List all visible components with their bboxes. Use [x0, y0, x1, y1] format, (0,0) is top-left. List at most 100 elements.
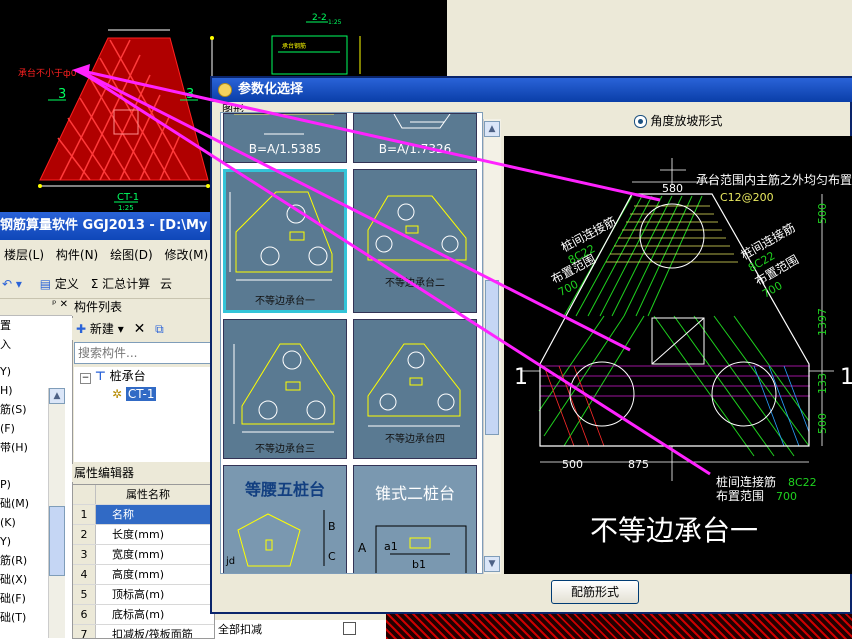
component-search-input[interactable]: 搜索构件... — [74, 342, 215, 364]
table-row[interactable]: 7 扣减板/筏板面筋 — [73, 625, 214, 639]
dim-133: 133 — [816, 373, 829, 394]
thumb-shape-2[interactable]: B=A/1.7326 — [353, 113, 477, 163]
preview-canvas: 580 承台范围内主筋之外均匀布置 C12@200 桩间连接筋 8C22 布置范… — [504, 136, 852, 574]
cad-ct-label: CT-1 — [117, 192, 139, 203]
thumb-label: B=A/1.7326 — [378, 142, 452, 156]
radio-label: 角度放坡形式 — [650, 114, 723, 128]
copy-icon[interactable]: ⧉ — [155, 322, 164, 336]
tree-child[interactable]: ✲ CT-1 — [74, 385, 215, 403]
thumb-label: 锥式二桩台 — [374, 484, 455, 503]
row-number: 3 — [73, 545, 96, 564]
row-number: 2 — [73, 525, 96, 544]
bottom-range-val: 700 — [776, 490, 797, 503]
thumb-unequal-cap-3[interactable]: 不等边承台三 — [223, 319, 347, 459]
delete-icon[interactable]: ✕ — [134, 321, 146, 337]
dim-1397: 1397 — [816, 308, 829, 336]
thumb-shape-1[interactable]: B=A/1.5385 — [223, 113, 347, 163]
thumb-unequal-cap-4[interactable]: 不等边承台四 — [353, 319, 477, 459]
svg-text:B: B — [328, 520, 336, 533]
cad-dim-scale: 1:25 — [328, 19, 342, 26]
property-table: 属性名称 1 名称 2 长度(mm) 3 宽度(mm) 4 高度(mm) 5 顶标高(m)… — [72, 484, 215, 639]
thumb-label: 不等边承台四 — [385, 434, 445, 445]
thumb-unequal-cap-1[interactable]: 不等边承台一 — [223, 169, 347, 313]
nav-item[interactable]: Y) — [0, 362, 72, 381]
sum-button[interactable]: Σ 汇总计算 — [91, 277, 150, 291]
component-toolbar: ✚ 新建 ▾ ✕ ⧉ — [72, 318, 215, 340]
radio-selected-icon[interactable] — [633, 115, 647, 128]
bottom-range-label: 布置范围 — [716, 489, 764, 503]
nav-scrollbar[interactable]: ▲ — [48, 388, 65, 638]
table-row[interactable]: 4 高度(mm) — [73, 565, 214, 585]
preview-caption: 不等边承台一 — [590, 514, 758, 547]
dim-875: 875 — [628, 458, 649, 471]
prop-name: 长度(mm) — [112, 528, 165, 541]
thumb-label: 不等边承台三 — [255, 444, 315, 455]
bottom-tie-spec: 8C22 — [788, 476, 817, 489]
nav-item[interactable]: 置 — [0, 316, 72, 335]
prop-name: 底标高(m) — [112, 608, 165, 621]
menu-draw[interactable]: 绘图(D) — [110, 248, 153, 262]
main-menubar: 楼层(L) 构件(N) 绘图(D) 修改(M) — [0, 242, 215, 268]
row-number: 6 — [73, 605, 96, 624]
shape-gallery: B=A/1.5385 B=A/1.7326 不等边承台一 不等边承台二 不等边承… — [220, 112, 483, 574]
rebar-config-button[interactable]: 配筋形式 — [551, 580, 639, 604]
thumb-label: 等腰五桩台 — [244, 480, 325, 499]
top-note: 承台范围内主筋之外均匀布置 — [696, 172, 852, 187]
new-icon: ✚ — [76, 322, 87, 336]
dropdown-icon[interactable]: ▾ — [118, 322, 124, 336]
bottom-tie-label: 桩间连接筋 — [716, 474, 776, 489]
row-number: 1 — [73, 505, 96, 524]
component-tree: − ⊤ 桩承台 ✲ CT-1 — [74, 367, 215, 462]
gallery-scroll-thumb[interactable] — [485, 280, 499, 435]
deduct-checkbox[interactable] — [343, 622, 356, 635]
define-button[interactable]: 定义 — [55, 277, 79, 291]
dialog-title: 参数化选择 — [238, 82, 304, 97]
property-editor-header: 属性编辑器 — [72, 464, 217, 482]
scroll-up-icon[interactable]: ▲ — [49, 388, 65, 404]
define-icon: ▤ — [39, 277, 52, 291]
dialog-titlebar[interactable] — [212, 78, 852, 102]
scroll-down-icon[interactable]: ▼ — [484, 556, 500, 572]
nav-item[interactable]: 入 — [0, 335, 72, 354]
cloud-button[interactable]: 云 — [160, 277, 172, 291]
undo-icon[interactable]: ↶ ▾ — [2, 277, 22, 291]
prop-name: 顶标高(m) — [112, 588, 165, 601]
prop-col-name: 属性名称 — [126, 488, 170, 501]
table-row[interactable]: 6 底标高(m) — [73, 605, 214, 625]
scroll-up-icon[interactable]: ▲ — [484, 121, 500, 137]
main-window-title: 钢筋算量软件 GGJ2013 - [D:\My — [0, 218, 208, 233]
menu-component[interactable]: 构件(N) — [56, 248, 98, 262]
svg-text:a1: a1 — [384, 540, 398, 553]
dim-500c: 500 — [562, 458, 583, 471]
svg-text:A: A — [358, 541, 367, 555]
prop-name: 宽度(mm) — [112, 548, 165, 561]
row-number: 5 — [73, 585, 96, 604]
cad-hatch-area — [386, 612, 852, 639]
cad-ct-scale: 1:25 — [118, 204, 134, 212]
tree-root[interactable]: − ⊤ 桩承台 — [74, 367, 215, 385]
menu-modify[interactable]: 修改(M) — [165, 248, 209, 262]
thumb-unequal-cap-2[interactable]: 不等边承台二 — [353, 169, 477, 313]
cad-note-red: 承台不小于ф0 — [18, 67, 77, 79]
slope-radio-option[interactable]: 角度放坡形式 — [504, 110, 852, 132]
menu-floor[interactable]: 楼层(L) — [4, 248, 44, 262]
table-row[interactable]: 2 长度(mm) — [73, 525, 214, 545]
pile-cap-icon: ⊤ — [94, 369, 106, 383]
deduct-value[interactable]: 全部扣减 — [215, 620, 388, 639]
table-row[interactable]: 3 宽度(mm) — [73, 545, 214, 565]
table-row[interactable]: 5 顶标高(m) — [73, 585, 214, 605]
thumb-label: 不等边承台二 — [385, 278, 445, 289]
main-toolbar: ↶ ▾ ▤ 定义 Σ 汇总计算 云 — [0, 270, 215, 299]
section-mark-left: 1 — [514, 365, 528, 390]
row-number: 7 — [73, 625, 96, 638]
dim-580: 580 — [662, 182, 683, 195]
cad-green-label: 承台钢筋 — [282, 42, 306, 50]
table-row[interactable]: 1 名称 — [73, 505, 214, 525]
main-window-titlebar: 钢筋算量软件 GGJ2013 - [D:\My — [0, 212, 215, 240]
scroll-thumb[interactable] — [49, 506, 65, 576]
module-nav-header: ᵖ ✕ — [0, 299, 72, 316]
prop-name: 扣减板/筏板面筋 — [112, 628, 193, 639]
thumb-cone-two-pile[interactable]: 锥式二桩台 Aa1 b1 — [353, 465, 477, 573]
new-button[interactable]: 新建 — [90, 322, 114, 336]
thumb-isosceles-five-pile[interactable]: 等腰五桩台 B C jd — [223, 465, 347, 573]
